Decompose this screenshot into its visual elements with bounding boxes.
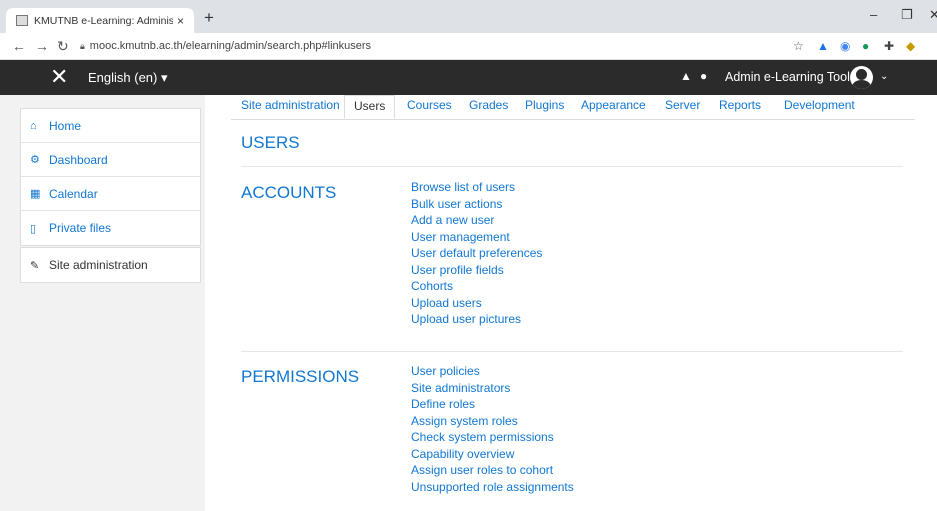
link-assign-system-roles[interactable]: Assign system roles — [411, 413, 574, 430]
grammar-extension-icon[interactable]: ● — [862, 39, 869, 53]
link-capability-overview[interactable]: Capability overview — [411, 446, 574, 463]
tab-server[interactable]: Server — [665, 95, 700, 119]
drawer-close-icon[interactable]: ✕ — [50, 64, 68, 90]
tab-appearance[interactable]: Appearance — [581, 95, 646, 119]
reload-icon[interactable]: ↻ — [57, 38, 69, 55]
tab-site-administration[interactable]: Site administration — [241, 95, 340, 119]
link-define-roles[interactable]: Define roles — [411, 396, 574, 413]
nav-item-label: Private files — [49, 221, 112, 235]
tab-development[interactable]: Development — [784, 95, 855, 119]
bookmark-star-icon[interactable]: ☆ — [793, 39, 804, 53]
file-icon: ▯ — [30, 222, 37, 235]
tab-users[interactable]: Users — [344, 95, 396, 119]
tab-courses[interactable]: Courses — [407, 95, 452, 119]
accounts-link-list: Browse list of users Bulk user actions A… — [411, 179, 542, 328]
nav-item-calendar[interactable]: ▦ Calendar — [21, 177, 200, 211]
nav-item-site-administration[interactable]: ✎ Site administration — [21, 248, 200, 282]
browser-tab-strip: KMUTNB e-Learning: Administra × + – ❐ ✕ — [0, 0, 937, 33]
nav-group-admin: ✎ Site administration — [20, 247, 201, 283]
chat-bubble-icon[interactable]: ● — [700, 69, 707, 83]
puzzle-extension-icon[interactable]: ✚ — [884, 39, 894, 53]
tab-grades[interactable]: Grades — [469, 95, 508, 119]
section-title-permissions: PERMISSIONS — [241, 367, 360, 386]
home-icon: ⌂ — [30, 119, 37, 132]
nav-drawer: ⌂ Home ⚙ Dashboard ▦ Calendar ▯ Private … — [0, 95, 205, 511]
tab-close-icon[interactable]: × — [173, 14, 194, 28]
tab-plugins[interactable]: Plugins — [525, 95, 564, 119]
link-user-profile-fields[interactable]: User profile fields — [411, 262, 542, 279]
section-title-accounts: ACCOUNTS — [241, 183, 337, 202]
nav-item-dashboard[interactable]: ⚙ Dashboard — [21, 143, 200, 177]
link-user-policies[interactable]: User policies — [411, 363, 574, 380]
link-check-system-permissions[interactable]: Check system permissions — [411, 429, 574, 446]
back-arrow-icon[interactable]: ← — [12, 38, 26, 54]
nav-item-label: Site administration — [49, 258, 148, 272]
link-user-management[interactable]: User management — [411, 229, 542, 246]
link-cohorts[interactable]: Cohorts — [411, 278, 542, 295]
nav-item-private-files[interactable]: ▯ Private files — [21, 211, 200, 245]
link-upload-user-pictures[interactable]: Upload user pictures — [411, 311, 542, 328]
window-close-button[interactable]: ✕ — [929, 7, 937, 23]
permissions-link-list: User policies Site administrators Define… — [411, 363, 574, 495]
site-navbar: ✕ English (en) ▾ ▲ ● Admin e-Learning To… — [0, 60, 937, 95]
minimize-button[interactable]: – — [870, 7, 877, 22]
link-site-administrators[interactable]: Site administrators — [411, 380, 574, 397]
divider — [241, 166, 903, 167]
nav-item-label: Calendar — [49, 186, 98, 201]
link-unsupported-role-assignments[interactable]: Unsupported role assignments — [411, 479, 574, 496]
restore-button[interactable]: ❐ — [901, 7, 913, 23]
drive-extension-icon[interactable]: ▲ — [817, 39, 829, 53]
user-menu-caret-icon[interactable]: ⌄ — [880, 71, 888, 82]
calendar-icon: ▦ — [30, 188, 41, 200]
divider — [241, 351, 903, 352]
link-browse-users[interactable]: Browse list of users — [411, 179, 542, 196]
forward-arrow-icon[interactable]: → — [35, 38, 49, 54]
link-user-default-preferences[interactable]: User default preferences — [411, 245, 542, 262]
address-bar[interactable]: 🔒︎ mooc.kmutnb.ac.th/elearning/admin/sear… — [80, 37, 840, 56]
admin-tabs: Site administration Users Courses Grades… — [231, 95, 915, 120]
url-text: mooc.kmutnb.ac.th/elearning/admin/search… — [89, 40, 372, 52]
language-menu[interactable]: English (en) ▾ — [88, 70, 168, 86]
new-tab-button[interactable]: + — [204, 8, 214, 28]
browser-tab[interactable]: KMUTNB e-Learning: Administra × — [6, 8, 194, 33]
nav-item-home[interactable]: ⌂ Home — [21, 109, 200, 143]
bell-icon[interactable]: ▲ — [680, 69, 692, 83]
wrench-icon: ✎ — [30, 259, 40, 272]
dashboard-icon: ⚙ — [30, 154, 40, 166]
user-avatar-icon[interactable] — [850, 66, 873, 89]
nav-item-label: Dashboard — [49, 152, 108, 167]
browser-toolbar: ← → ↻ 🔒︎ mooc.kmutnb.ac.th/elearning/admi… — [0, 33, 937, 60]
page-heading: USERS — [241, 133, 300, 152]
nav-item-label: Home — [49, 118, 82, 133]
user-name[interactable]: Admin e-Learning Tools — [725, 70, 856, 84]
tab-reports[interactable]: Reports — [719, 95, 761, 119]
extension-icon[interactable]: ◉ — [840, 39, 850, 53]
link-add-new-user[interactable]: Add a new user — [411, 212, 542, 229]
lock-icon: 🔒︎ — [80, 41, 85, 51]
nav-group-main: ⌂ Home ⚙ Dashboard ▦ Calendar ▯ Private … — [20, 108, 201, 246]
site-favicon-icon — [16, 15, 28, 26]
link-bulk-user-actions[interactable]: Bulk user actions — [411, 196, 542, 213]
link-assign-roles-to-cohort[interactable]: Assign user roles to cohort — [411, 462, 574, 479]
profile-avatar-icon[interactable]: ◆ — [906, 39, 915, 53]
link-upload-users[interactable]: Upload users — [411, 295, 542, 312]
browser-tab-title: KMUTNB e-Learning: Administra — [34, 14, 173, 27]
